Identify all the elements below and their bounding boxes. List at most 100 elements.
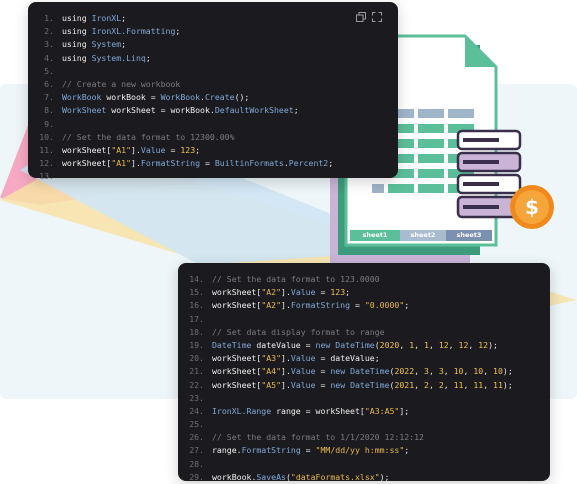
code-token: new	[315, 339, 336, 350]
code-token: dateValue	[330, 353, 375, 364]
code-token: // Set the data format to 123.0000	[212, 274, 380, 284]
code-token: ].	[131, 158, 141, 169]
code-token: ,	[399, 339, 410, 350]
code-token: 123	[330, 287, 346, 298]
code-token: =	[155, 105, 171, 116]
code-token: =	[315, 366, 331, 377]
code-token: );	[488, 339, 498, 350]
tab-sheet1[interactable]: sheet1	[350, 230, 400, 241]
tab-sheet2[interactable]: sheet2	[400, 230, 446, 241]
code-token: DateTime	[350, 366, 390, 377]
code-token: =	[200, 158, 215, 169]
line-number: 9.	[44, 118, 54, 129]
code-token: ,	[463, 379, 474, 390]
code-line: 22. workSheet["A5"].Value = new DateTime(…	[188, 379, 540, 392]
code-token: ;	[293, 105, 299, 116]
code-line: 13.	[38, 170, 388, 183]
code-line: 16. workSheet["A2"].FormatString = "0.000…	[188, 299, 540, 312]
code-token: =	[145, 92, 161, 103]
code-token: =	[315, 287, 331, 298]
code-token: "A3"	[261, 353, 282, 364]
code-token: BuiltinFormats	[214, 158, 284, 169]
code-token: System.Linq	[91, 52, 146, 63]
code-token: "A3:A5"	[364, 405, 400, 416]
line-number: 13.	[39, 171, 54, 182]
code-token: IronXL.Formatting	[91, 26, 176, 37]
code-line: 7. WorkBook workBook = WorkBook.Create();	[38, 91, 388, 104]
code-token: ].	[281, 353, 291, 364]
code-token: dateValue	[256, 339, 301, 350]
code-token: ,	[428, 339, 439, 350]
code-line: 11. workSheet["A1"].Value = 123;	[38, 144, 388, 157]
code-token: 10	[473, 366, 484, 377]
code-line: 3. using System;	[38, 38, 388, 51]
code-token: );	[379, 471, 390, 482]
code-token: workSheet	[212, 366, 257, 377]
code-token: ,	[428, 379, 439, 390]
line-number: 14.	[189, 274, 204, 284]
code-token: ;	[374, 353, 380, 364]
code-token: new	[330, 366, 351, 377]
code-token: =	[165, 144, 181, 155]
code-token: );	[502, 366, 513, 377]
line-number: 18.	[189, 326, 204, 337]
code-token: workBook	[170, 105, 210, 116]
code-token: FormatString	[241, 445, 301, 456]
code-token: using	[62, 52, 92, 63]
code-token: using	[62, 13, 92, 23]
code-token: range	[276, 405, 301, 416]
code-token: 12	[458, 339, 469, 350]
code-token: ;	[195, 144, 201, 155]
code-token: 123	[180, 144, 196, 155]
code-token: Value	[290, 366, 316, 377]
code-line: 15. workSheet["A2"].Value = 123;	[188, 286, 540, 299]
code-token: new	[330, 379, 351, 390]
code-token: 12	[478, 339, 489, 350]
code-token: ;	[404, 300, 410, 311]
line-number: 3.	[44, 39, 54, 50]
code-token: WorkBook	[62, 92, 107, 103]
code-token: 2021	[394, 379, 415, 390]
code-token: );	[502, 379, 513, 390]
code-token: IronXL.Range	[212, 405, 277, 416]
code-line: 26. // Set the data format to 1/1/2020 12…	[188, 431, 540, 444]
code-token: SaveAs	[256, 471, 286, 482]
code-token: 10	[453, 366, 464, 377]
code-token: ].	[281, 366, 291, 377]
code-token: "A4"	[261, 366, 282, 377]
code-token: 2022	[394, 366, 415, 377]
line-number: 21.	[189, 366, 204, 377]
code-token: // Set data display format to range	[212, 326, 385, 337]
stage: sheet1 sheet2 sheet3 $ 1. using IronXL; 2.…	[0, 0, 577, 484]
code-panel-bottom: 14. // Set the data format to 123.0000 15.…	[178, 263, 550, 484]
code-token: Value	[290, 353, 316, 364]
line-number: 29.	[189, 471, 204, 482]
code-token: "A1"	[111, 144, 132, 155]
code-token: Value	[290, 379, 316, 390]
code-token: Percent2	[288, 158, 329, 169]
code-token: ,	[414, 339, 425, 350]
code-token: ,	[483, 379, 494, 390]
code-line: 2. using IronXL.Formatting;	[38, 25, 388, 38]
line-number: 16.	[189, 300, 204, 311]
sheet-tabs: sheet1 sheet2 sheet3	[350, 230, 492, 241]
code-token: 2020	[379, 339, 400, 350]
code-token: FormatString	[290, 300, 351, 311]
code-token: IronXL	[91, 13, 122, 23]
line-number: 1.	[44, 13, 54, 23]
code-line: 12. workSheet["A1"].FormatString = Builti…	[38, 157, 388, 170]
code-line: 1. using IronXL;	[38, 12, 388, 25]
code-token: =	[350, 300, 365, 311]
line-number: 24.	[189, 405, 204, 416]
code-line: 29. workBook.SaveAs("dataFormats.xlsx");	[188, 471, 540, 484]
code-token: ,	[463, 366, 474, 377]
code-line: 4. using System.Linq;	[38, 52, 388, 65]
line-number: 10.	[39, 131, 54, 142]
code-line: 19. DateTime dateValue = new DateTime(202…	[188, 339, 540, 352]
code-token: ;	[345, 287, 351, 298]
tab-sheet3[interactable]: sheet3	[446, 230, 492, 241]
code-token: workSheet	[212, 287, 257, 298]
line-number: 2.	[44, 26, 54, 37]
line-number: 23.	[189, 392, 204, 403]
code-token: WorkSheet	[62, 105, 112, 116]
